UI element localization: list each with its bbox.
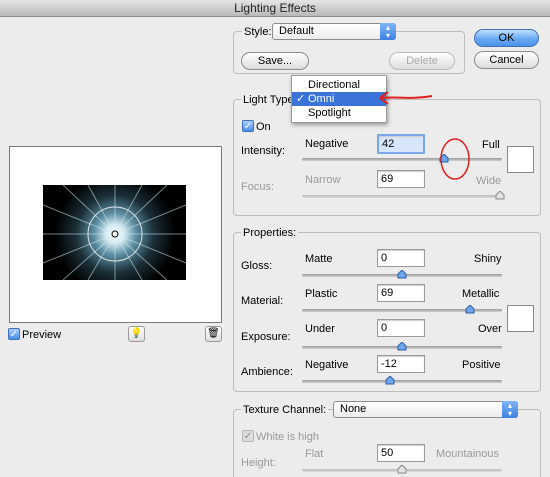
height-max-label: Mountainous (436, 448, 499, 460)
preview-checkbox[interactable]: ✓ (8, 328, 20, 340)
intensity-field[interactable]: 42 (377, 134, 425, 154)
exposure-field[interactable]: 0 (377, 319, 425, 337)
ambience-min-label: Negative (305, 359, 349, 371)
intensity-max-label: Full (482, 139, 500, 151)
preview-canvas[interactable] (9, 146, 222, 323)
menu-item-omni[interactable]: ✓ Omni (292, 92, 386, 106)
ambience-slider-track[interactable] (302, 380, 502, 383)
material-label: Material: (241, 295, 284, 307)
texture-channel-value: None (340, 403, 367, 415)
focus-min-label: Narrow (305, 174, 341, 186)
light-type-menu[interactable]: Directional ✓ Omni Spotlight (291, 75, 387, 123)
material-max-label: Metallic (462, 288, 500, 300)
ambience-field[interactable]: -12 (377, 355, 425, 373)
material-min-label: Plastic (305, 288, 338, 300)
white-is-high-label: White is high (256, 431, 319, 443)
light-preview-image (43, 185, 186, 280)
chevron-updown-icon: ▴ ▾ (380, 23, 396, 40)
texture-channel-select[interactable]: None ▴ ▾ (333, 401, 518, 418)
cancel-button[interactable]: Cancel (474, 51, 539, 69)
gloss-field[interactable]: 0 (377, 249, 425, 267)
gloss-label: Gloss: (241, 260, 273, 272)
light-on-label: On (256, 121, 271, 133)
menu-item-spotlight[interactable]: Spotlight (292, 106, 386, 120)
style-select-value: Default (279, 25, 314, 37)
ambience-max-label: Positive (462, 359, 501, 371)
ambience-label: Ambience: (241, 366, 293, 378)
height-slider-thumb[interactable] (397, 465, 407, 474)
focus-slider-thumb[interactable] (495, 191, 505, 200)
delete-style-button[interactable]: Delete (389, 52, 455, 70)
save-style-button[interactable]: Save... (241, 52, 309, 70)
material-slider-thumb[interactable] (465, 305, 475, 314)
intensity-label: Intensity: (241, 145, 286, 157)
ok-button[interactable]: OK (474, 29, 539, 47)
menu-item-directional[interactable]: Directional (292, 78, 386, 92)
texture-channel-label: Texture Channel: (241, 404, 329, 416)
white-is-high-checkbox[interactable]: ✓ (242, 430, 254, 442)
light-type-label: Light Type: (241, 94, 299, 106)
height-min-label: Flat (305, 448, 324, 460)
menu-item-omni-label: Omni (308, 93, 335, 105)
annotation-circle-icon (440, 138, 470, 180)
chevron-updown-icon: ▴ ▾ (502, 401, 518, 418)
trash-icon[interactable]: 🗑 (205, 326, 222, 342)
intensity-min-label: Negative (305, 138, 349, 150)
style-select[interactable]: Default ▴ ▾ (272, 23, 396, 40)
exposure-min-label: Under (305, 323, 335, 335)
exposure-label: Exposure: (241, 331, 291, 343)
focus-slider-track[interactable] (302, 195, 502, 198)
exposure-max-label: Over (478, 323, 502, 335)
exposure-slider-thumb[interactable] (397, 342, 407, 351)
gloss-min-label: Matte (305, 253, 333, 265)
preview-label: Preview (22, 329, 62, 341)
new-light-bulb-icon[interactable]: 💡 (128, 326, 145, 342)
annotation-arrow-icon (379, 91, 433, 105)
focus-field[interactable]: 69 (377, 170, 425, 188)
gloss-max-label: Shiny (474, 253, 502, 265)
ambience-slider-thumb[interactable] (385, 376, 395, 385)
ambient-color-swatch[interactable] (507, 305, 534, 332)
style-label: Style: (242, 26, 274, 38)
height-field[interactable]: 50 (377, 444, 425, 462)
properties-label: Properties: (241, 227, 299, 239)
texture-group (233, 409, 541, 477)
light-color-swatch[interactable] (507, 146, 534, 173)
gloss-slider-thumb[interactable] (397, 270, 407, 279)
material-field[interactable]: 69 (377, 284, 425, 302)
light-on-checkbox[interactable]: ✓ (242, 120, 254, 132)
focus-label: Focus: (241, 181, 275, 193)
height-label: Height: (241, 457, 276, 469)
window-title: Lighting Effects (0, 0, 550, 17)
focus-max-label: Wide (476, 175, 502, 187)
checkmark-icon: ✓ (296, 93, 306, 105)
